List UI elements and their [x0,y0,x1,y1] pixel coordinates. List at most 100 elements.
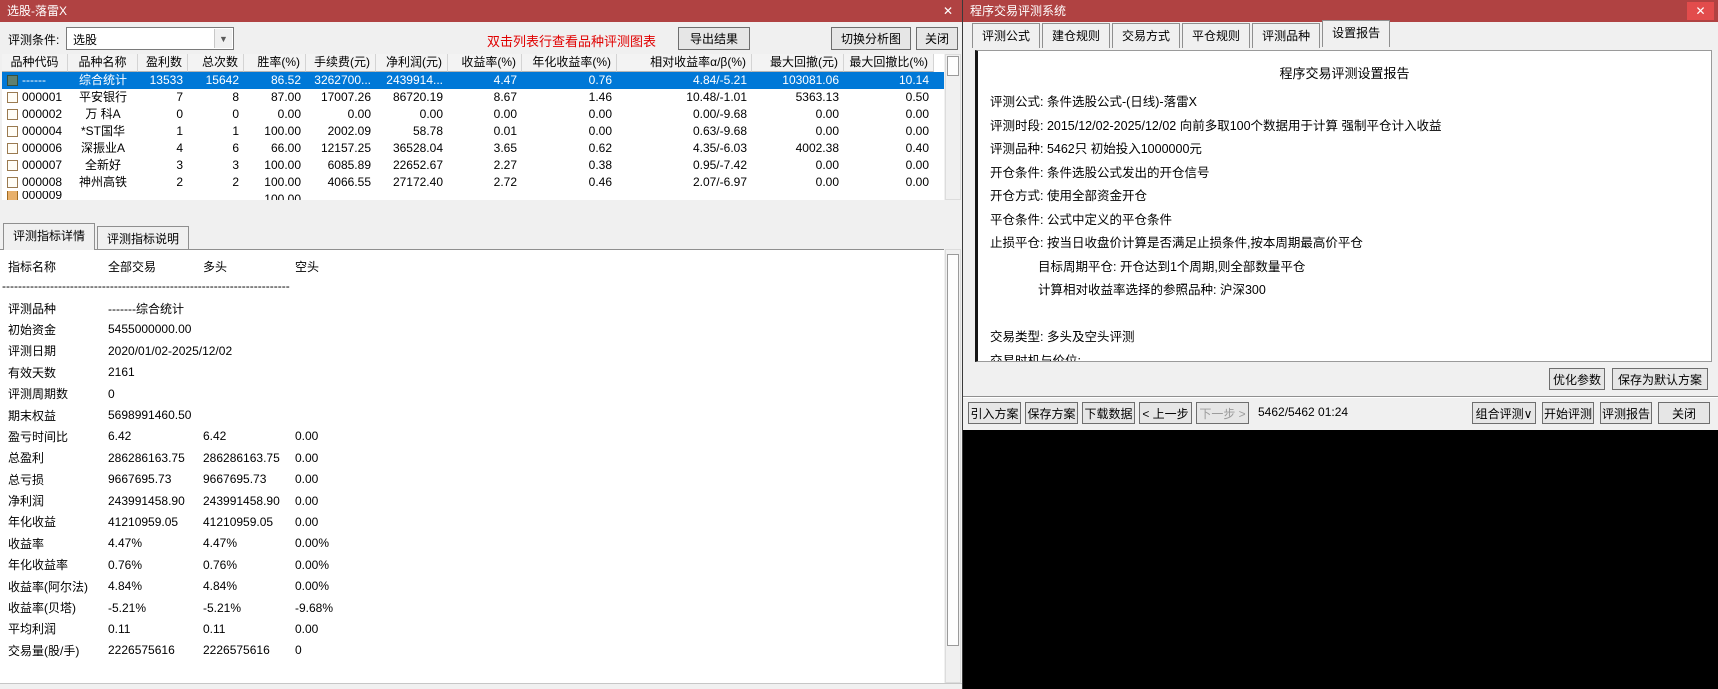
table-cell: 0.46 [588,175,612,189]
details-value: 0.00 [295,514,319,529]
table-cell: 2439914... [386,73,443,87]
details-value: 286286163.75 [203,450,280,465]
tab-评测指标详情[interactable]: 评测指标详情 [3,223,96,250]
column-header-9[interactable]: 年化收益率(%) [522,54,617,72]
table-row[interactable]: 000006 深振业A 4 6 66.00 12157.25 36528.04 3.65 0.6… [2,140,944,157]
table-cell: 0 [176,107,183,121]
tab-建仓规则[interactable]: 建仓规则 [1042,23,1111,48]
table-cell [188,191,244,200]
report-line: 评测公式: 条件选股公式-(日线)-落雷X [990,95,1197,109]
column-header-1[interactable]: 品种代码 [2,54,68,72]
tab-交易方式[interactable]: 交易方式 [1112,23,1181,48]
details-value: 交易量(股/手) [8,643,80,658]
report-line: 计算相对收益率选择的参照品种: 沪深300 [1038,283,1266,297]
table-row[interactable]: ------ 综合统计 13533 15642 86.52 3262700... 24399… [2,72,944,89]
left-close-button[interactable]: 关闭 [916,27,958,50]
table-row[interactable]: 000009 100.00 [2,191,944,200]
right-close-dialog-button[interactable]: 关闭 [1658,402,1710,424]
table-row[interactable]: 000007 全新好 3 3 100.00 6085.89 22652.67 2.27 0.38… [2,157,944,174]
download-data-button[interactable]: 下载数据 [1082,402,1135,424]
stock-icon [7,109,18,120]
details-row: 期末权益 5698991460.50 [0,404,944,425]
left-close-icon[interactable]: ✕ [943,0,953,22]
table-cell: 4.47 [493,73,517,87]
table-vertical-scrollbar[interactable] [945,54,961,200]
column-header-12[interactable]: 最大回撤比(%) [844,54,934,72]
import-plan-button[interactable]: 引入方案 [968,402,1021,424]
tab-评测指标说明[interactable]: 评测指标说明 [97,226,190,251]
export-results-button[interactable]: 导出结果 [678,27,750,50]
optimize-params-button[interactable]: 优化参数 [1549,368,1605,390]
column-header-8[interactable]: 收益率(%) [448,54,522,72]
details-value: 4.84% [203,579,238,594]
table-cell: 86.52 [270,73,301,87]
column-header-11[interactable]: 最大回撤(元) [752,54,844,72]
details-horizontal-scrollbar[interactable] [0,683,962,689]
table-scrollbar-thumb[interactable] [947,56,959,76]
report-line: 评测品种: 5462只 初始投入1000000元 [990,142,1202,156]
right-close-button[interactable]: ✕ [1687,2,1714,20]
table-cell: 8.67 [493,90,517,104]
details-scrollbar-thumb[interactable] [947,254,959,646]
column-header-10[interactable]: 相对收益率α/β(%) [617,54,752,72]
table-cell: 13533 [149,73,183,87]
column-header-4[interactable]: 总次数 [188,54,244,72]
details-row: 评测周期数 0 [0,383,944,404]
table-cell: 0.00 [905,175,929,189]
right-titlebar[interactable]: 程序交易评测系统 ✕ [963,0,1718,22]
table-cell: 6085.89 [327,158,371,172]
table-row[interactable]: 000008 神州高铁 2 2 100.00 4066.55 27172.40 2.72 0.4… [2,174,944,191]
table-cell: 1 [176,124,183,138]
details-row: 总盈利 286286163.75 286286163.75 0.00 [0,447,944,468]
save-plan-button[interactable]: 保存方案 [1025,402,1078,424]
details-column-header: 指标名称 [8,260,57,275]
table-cell: 3 [176,158,183,172]
table-cell: 10.14 [898,73,929,87]
table-cell: 17007.26 [320,90,371,104]
details-row: 年化收益率 0.76% 0.76% 0.00% [0,554,944,575]
table-cell: 2002.09 [327,124,371,138]
table-cell: 5363.13 [795,90,839,104]
details-value: 0.00% [295,536,330,551]
column-header-5[interactable]: 胜率(%) [244,54,306,72]
tab-评测公式[interactable]: 评测公式 [972,23,1041,48]
evaluation-system-window: 程序交易评测系统 ✕ 评测公式 建仓规则 交易方式 平仓规则 评测品种 设置报告 程序交易… [963,0,1718,430]
column-header-6[interactable]: 手续费(元) [306,54,376,72]
column-header-2[interactable]: 品种名称 [68,54,138,72]
details-row: 平均利润 0.11 0.11 0.00 [0,618,944,639]
report-line: 交易类型: 多头及空头评测 [990,330,1135,344]
chevron-down-icon[interactable]: ▼ [214,29,232,48]
table-row[interactable]: 000004 *ST国华 1 1 100.00 2002.09 58.78 0.01 0.00 0… [2,123,944,140]
details-row: 收益率 4.47% 4.47% 0.00% [0,533,944,554]
details-value: 41210959.05 [108,514,179,529]
condition-combobox[interactable]: 选股 ▼ [66,27,234,50]
table-cell [376,191,448,200]
tab-评测品种[interactable]: 评测品种 [1252,23,1321,48]
combined-eval-button[interactable]: 组合评测∨ [1472,402,1536,424]
details-vertical-scrollbar[interactable] [945,249,961,683]
details-value: 2161 [108,365,135,380]
details-value: 286286163.75 [108,450,185,465]
table-row[interactable]: 000002 万 科A 0 0 0.00 0.00 0.00 0.00 0.00 0.00/-9.… [2,106,944,123]
start-eval-button[interactable]: 开始评测 [1542,402,1594,424]
column-header-7[interactable]: 净利润(元) [376,54,448,72]
table-cell: 22652.67 [392,158,443,172]
table-cell [68,191,138,200]
details-row: 盈亏时间比 6.42 6.42 0.00 [0,426,944,447]
column-header-3[interactable]: 盈利数 [138,54,188,72]
condition-value: 选股 [73,33,98,47]
table-cell: 86720.19 [392,90,443,104]
stock-icon [7,143,18,154]
switch-analysis-chart-button[interactable]: 切换分析图 [831,27,911,50]
details-value: 0.76% [203,557,238,572]
save-as-default-button[interactable]: 保存为默认方案 [1612,368,1708,390]
prev-step-button[interactable]: < 上一步 [1139,402,1192,424]
left-titlebar[interactable]: 选股-落雷X ✕ [0,0,962,22]
eval-report-button[interactable]: 评测报告 [1600,402,1652,424]
table-cell: 0.62 [588,141,612,155]
table-row[interactable]: 000001 平安银行 7 8 87.00 17007.26 86720.19 8.67 1.4… [2,89,944,106]
details-value: 2020/01/02-2025/12/02 [108,343,233,358]
tab-平仓规则[interactable]: 平仓规则 [1182,23,1251,48]
tab-设置报告[interactable]: 设置报告 [1322,20,1391,47]
table-cell: 0.00 [815,175,839,189]
